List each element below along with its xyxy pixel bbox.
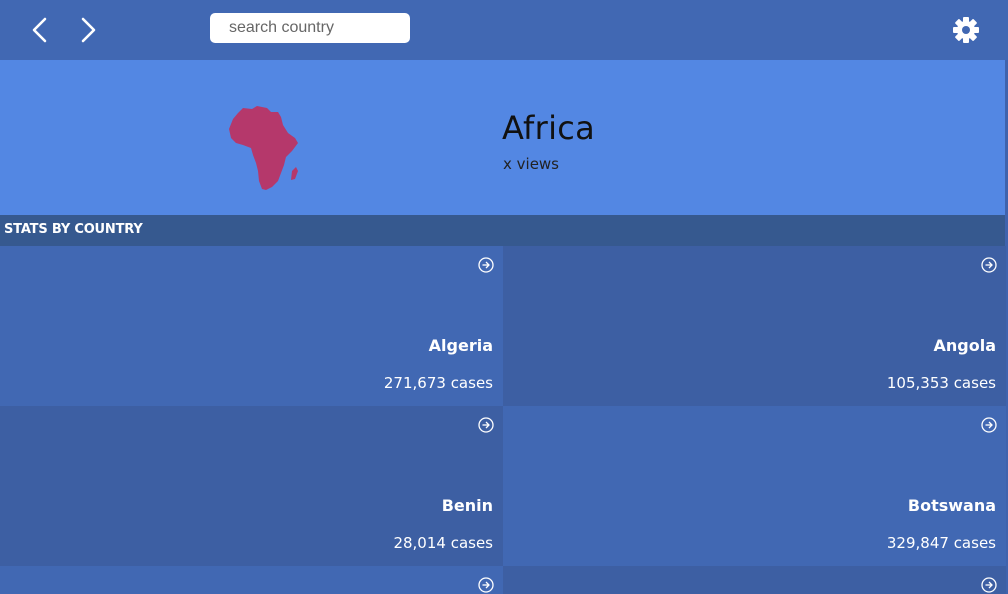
gear-icon bbox=[953, 17, 979, 43]
arrow-circle-right-icon[interactable] bbox=[981, 257, 997, 273]
country-tile-botswana[interactable]: Botswana 329,847 cases bbox=[503, 406, 1006, 566]
case-count: 105,353 cases bbox=[886, 374, 996, 392]
country-tile-benin[interactable]: Benin 28,014 cases bbox=[0, 406, 503, 566]
arrow-circle-right-icon[interactable] bbox=[981, 417, 997, 433]
arrow-circle-right-icon[interactable] bbox=[478, 417, 494, 433]
settings-button[interactable] bbox=[950, 14, 982, 46]
forward-button[interactable] bbox=[73, 14, 105, 46]
section-title: STATS BY COUNTRY bbox=[4, 222, 143, 237]
case-count: 329,847 cases bbox=[886, 534, 996, 552]
country-name: Algeria bbox=[428, 336, 493, 355]
case-count: 271,673 cases bbox=[383, 374, 493, 392]
country-tile-algeria[interactable]: Algeria 271,673 cases bbox=[0, 246, 503, 406]
back-button[interactable] bbox=[23, 14, 55, 46]
section-header: STATS BY COUNTRY bbox=[0, 215, 1005, 246]
arrow-circle-right-icon[interactable] bbox=[478, 257, 494, 273]
country-tile-angola[interactable]: Angola 105,353 cases bbox=[503, 246, 1006, 406]
search-input[interactable] bbox=[210, 13, 410, 43]
chevron-right-icon bbox=[81, 17, 96, 43]
country-tile[interactable] bbox=[0, 566, 503, 594]
country-name: Angola bbox=[933, 336, 997, 355]
africa-map-icon bbox=[229, 106, 298, 190]
arrow-circle-right-icon[interactable] bbox=[478, 577, 494, 593]
arrow-circle-right-icon[interactable] bbox=[981, 577, 997, 593]
top-bar bbox=[0, 0, 1008, 60]
continent-title: Africa bbox=[502, 109, 596, 147]
case-count: 28,014 cases bbox=[393, 534, 493, 552]
country-name: Benin bbox=[441, 496, 493, 515]
continent-header: Africa x views bbox=[0, 60, 1005, 215]
chevron-left-icon bbox=[32, 17, 47, 43]
country-tile[interactable] bbox=[503, 566, 1006, 594]
country-name: Botswana bbox=[907, 496, 996, 515]
view-count: x views bbox=[503, 155, 560, 173]
